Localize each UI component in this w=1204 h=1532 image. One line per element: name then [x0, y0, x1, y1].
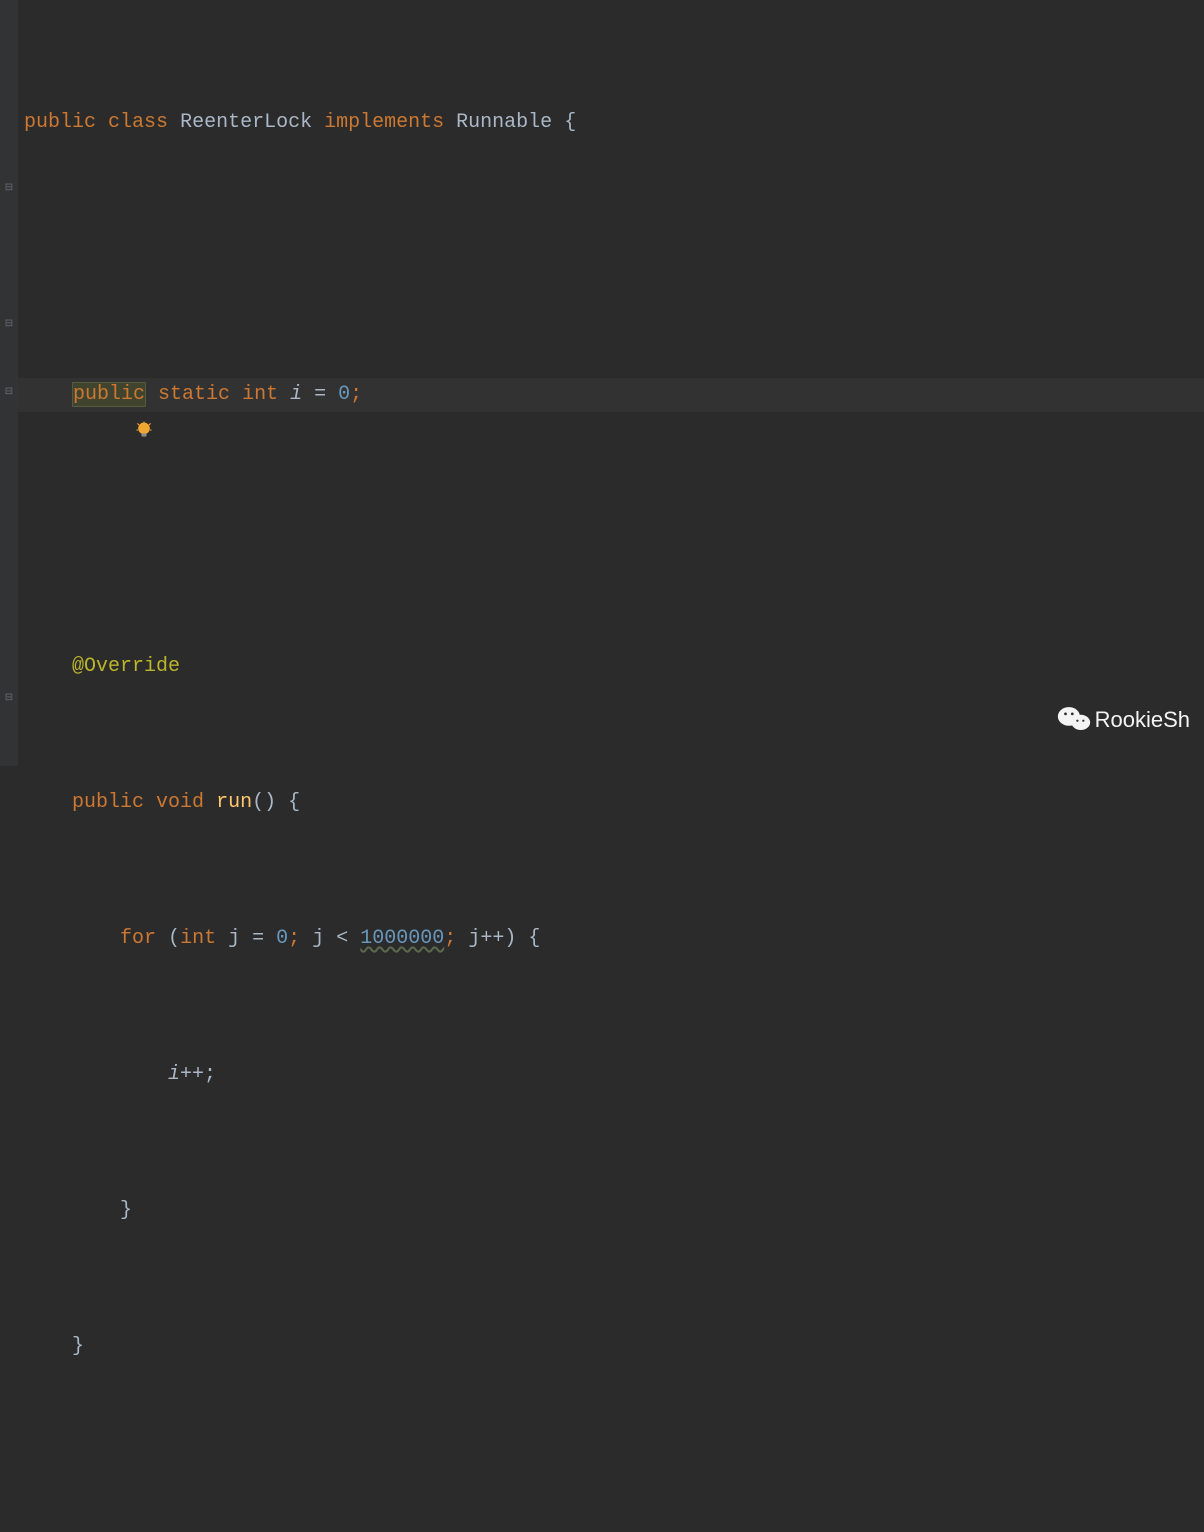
watermark: RookieSh	[1057, 701, 1190, 738]
fold-marker-icon[interactable]: ⊟	[3, 693, 15, 705]
code-area[interactable]: public class ReenterLock implements Runn…	[18, 0, 1204, 766]
wechat-icon	[1057, 705, 1091, 733]
intention-bulb-icon[interactable]	[38, 385, 58, 405]
code-editor[interactable]: ⊟ ⊟ ⊟ ⊟ public class ReenterLock impleme…	[0, 0, 1204, 766]
code-line: for (int j = 0; j < 1000000; j++) {	[18, 922, 1204, 956]
fold-marker-icon[interactable]: ⊟	[3, 183, 15, 195]
code-line: }	[18, 1330, 1204, 1364]
code-line: @Override	[18, 650, 1204, 684]
code-line-active: public static int i = 0;	[18, 378, 1204, 412]
watermark-text: RookieSh	[1095, 701, 1190, 738]
code-line: }	[18, 1194, 1204, 1228]
gutter: ⊟ ⊟ ⊟ ⊟	[0, 0, 18, 766]
fold-marker-icon[interactable]: ⊟	[3, 319, 15, 331]
code-line: public class ReenterLock implements Runn…	[18, 106, 1204, 140]
code-line: i++;	[18, 1058, 1204, 1092]
code-line	[18, 1466, 1204, 1500]
code-line	[18, 242, 1204, 276]
code-line	[18, 514, 1204, 548]
fold-marker-icon[interactable]: ⊟	[3, 387, 15, 399]
code-line: public void run() {	[18, 786, 1204, 820]
